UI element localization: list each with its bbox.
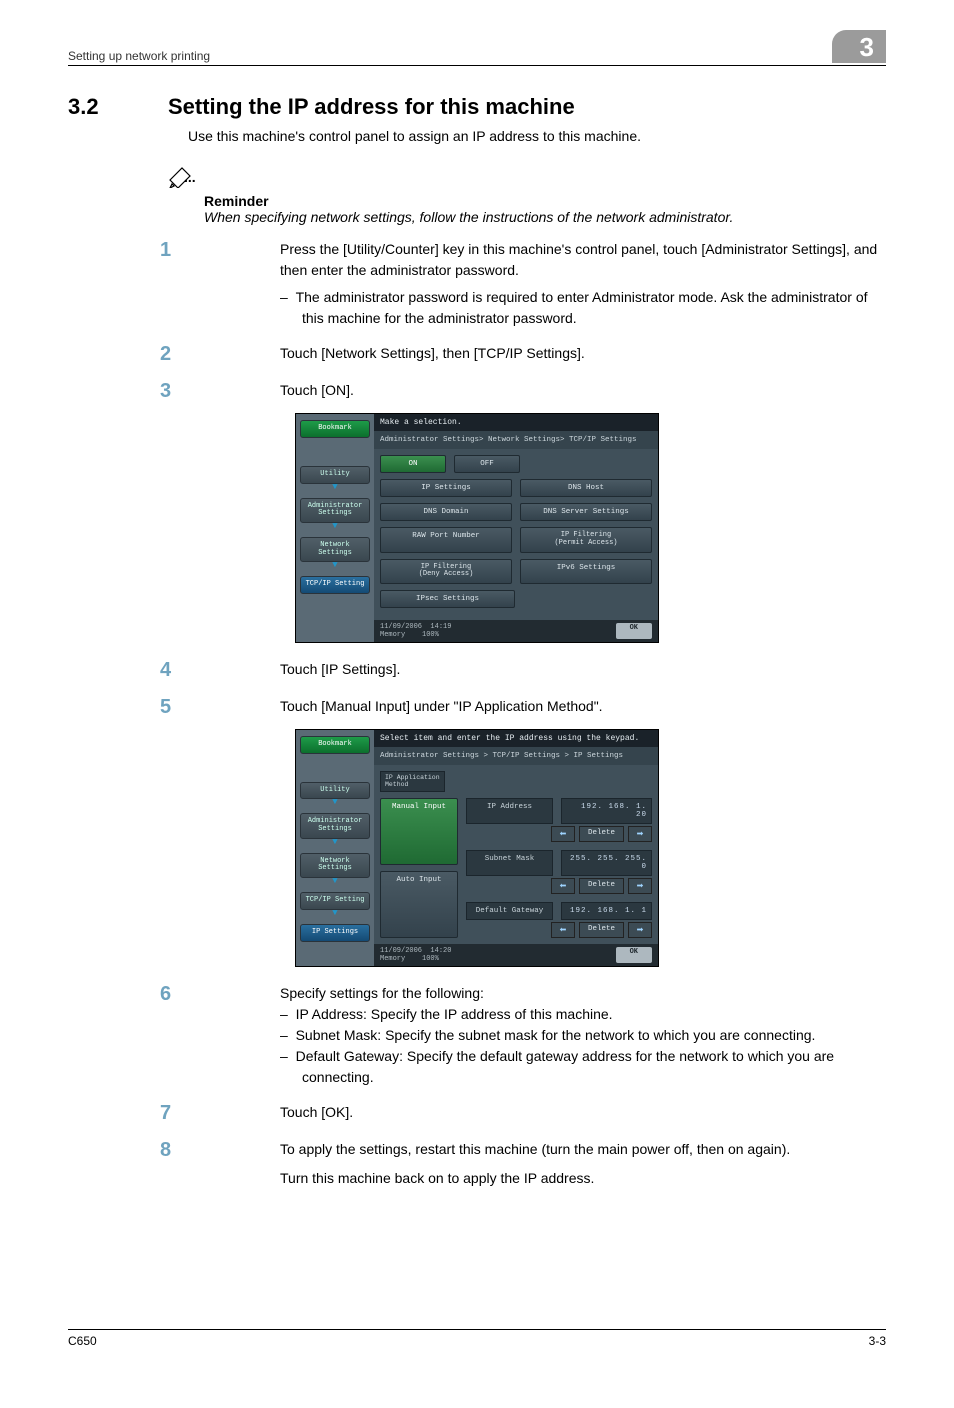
page-header: Setting up network printing 3 — [68, 30, 886, 66]
breadcrumb: Administrator Settings> Network Settings… — [374, 431, 658, 449]
step-3: 3 Touch [ON]. — [68, 380, 886, 403]
nav-arrow-icon: ▼ — [296, 482, 374, 492]
nav-arrow-icon: ▼ — [296, 521, 374, 531]
admin-settings-nav[interactable]: Administrator Settings — [300, 813, 370, 838]
subnet-mask-label: Subnet Mask — [466, 850, 553, 876]
bookmark-tab[interactable]: Bookmark — [300, 420, 370, 438]
step-number: 6 — [68, 983, 280, 1088]
step-text: Touch [OK]. — [280, 1102, 886, 1125]
tcpip-setting-nav[interactable]: TCP/IP Setting — [300, 576, 370, 594]
step-number: 3 — [68, 380, 280, 403]
svg-text:...: ... — [184, 169, 196, 185]
ok-button[interactable]: OK — [616, 947, 652, 963]
left-arrow-button[interactable]: ⬅ — [551, 878, 575, 894]
step-text: Touch [Network Settings], then [TCP/IP S… — [280, 343, 886, 366]
panel-title: Make a selection. — [374, 414, 658, 431]
ip-filter-deny-button[interactable]: IP Filtering (Deny Access) — [380, 559, 512, 584]
right-arrow-button[interactable]: ➡ — [628, 878, 652, 894]
delete-button[interactable]: Delete — [579, 826, 624, 842]
step-text: Touch [Manual Input] under "IP Applicati… — [280, 696, 886, 719]
step-2: 2 Touch [Network Settings], then [TCP/IP… — [68, 343, 886, 366]
bookmark-tab[interactable]: Bookmark — [300, 736, 370, 754]
chapter-tab: 3 — [832, 30, 886, 63]
nav-arrow-icon: ▼ — [296, 797, 374, 807]
running-head: Setting up network printing — [68, 49, 210, 63]
delete-button[interactable]: Delete — [579, 878, 624, 894]
manual-input-button[interactable]: Manual Input — [380, 798, 458, 865]
ip-settings-nav[interactable]: IP Settings — [300, 924, 370, 942]
step-number: 2 — [68, 343, 280, 366]
admin-settings-nav[interactable]: Administrator Settings — [300, 498, 370, 523]
panel-title: Select item and enter the IP address usi… — [374, 730, 658, 747]
section-number: 3.2 — [68, 94, 168, 120]
dns-server-button[interactable]: DNS Server Settings — [520, 503, 652, 521]
step-subtext: – Default Gateway: Specify the default g… — [280, 1046, 886, 1088]
status-bar: 11/09/2006 14:19Memory 100% OK — [374, 620, 658, 642]
ip-settings-button[interactable]: IP Settings — [380, 479, 512, 497]
screenshot-tcpip-settings: Bookmark Utility ▼ Administrator Setting… — [295, 413, 659, 643]
step-number: 8 — [68, 1139, 280, 1189]
subnet-mask-value[interactable]: 255. 255. 255. 0 — [561, 850, 652, 876]
step-text: Touch [IP Settings]. — [280, 659, 886, 682]
raw-port-button[interactable]: RAW Port Number — [380, 527, 512, 552]
status-bar: 11/09/2006 14:20Memory 100% OK — [374, 944, 658, 966]
step-text: Press the [Utility/Counter] key in this … — [280, 239, 886, 281]
ok-button[interactable]: OK — [616, 623, 652, 639]
note-icon: ... — [168, 166, 198, 193]
ip-address-label: IP Address — [466, 798, 553, 824]
nav-arrow-icon: ▼ — [296, 560, 374, 570]
screenshot-ip-settings: Bookmark Utility ▼ Administrator Setting… — [295, 729, 659, 967]
section-title: Setting the IP address for this machine — [168, 94, 575, 119]
ip-method-label: IP Application Method — [380, 771, 445, 792]
step-subtext: – IP Address: Specify the IP address of … — [280, 1004, 886, 1025]
ipsec-settings-button[interactable]: IPsec Settings — [380, 590, 515, 608]
dns-domain-button[interactable]: DNS Domain — [380, 503, 512, 521]
step-5: 5 Touch [Manual Input] under "IP Applica… — [68, 696, 886, 719]
step-4: 4 Touch [IP Settings]. — [68, 659, 886, 682]
network-settings-nav[interactable]: Network Settings — [300, 853, 370, 878]
auto-input-button[interactable]: Auto Input — [380, 871, 458, 938]
ipv6-settings-button[interactable]: IPv6 Settings — [520, 559, 652, 584]
step-6: 6 Specify settings for the following: – … — [68, 983, 886, 1088]
step-7: 7 Touch [OK]. — [68, 1102, 886, 1125]
step-number: 4 — [68, 659, 280, 682]
nav-arrow-icon: ▼ — [296, 908, 374, 918]
step-number: 5 — [68, 696, 280, 719]
step-text-followup: Turn this machine back on to apply the I… — [280, 1168, 886, 1189]
delete-button[interactable]: Delete — [579, 922, 624, 938]
step-number: 7 — [68, 1102, 280, 1125]
footer-model: C650 — [68, 1334, 97, 1348]
reminder-callout: ... Reminder When specifying network set… — [168, 166, 886, 225]
network-settings-nav[interactable]: Network Settings — [300, 537, 370, 562]
ip-filter-permit-button[interactable]: IP Filtering (Permit Access) — [520, 527, 652, 552]
reminder-text: When specifying network settings, follow… — [204, 209, 886, 225]
step-text: Touch [ON]. — [280, 380, 886, 403]
off-toggle[interactable]: OFF — [454, 455, 520, 473]
right-arrow-button[interactable]: ➡ — [628, 922, 652, 938]
intro-text: Use this machine's control panel to assi… — [188, 126, 886, 146]
default-gateway-value[interactable]: 192. 168. 1. 1 — [561, 902, 652, 920]
right-arrow-button[interactable]: ➡ — [628, 826, 652, 842]
footer-page: 3-3 — [869, 1334, 886, 1348]
reminder-label: Reminder — [204, 193, 886, 209]
left-arrow-button[interactable]: ⬅ — [551, 826, 575, 842]
section-heading: 3.2Setting the IP address for this machi… — [68, 94, 886, 120]
nav-arrow-icon: ▼ — [296, 837, 374, 847]
page-footer: C650 3-3 — [68, 1329, 886, 1348]
step-text: To apply the settings, restart this mach… — [280, 1139, 886, 1160]
on-toggle[interactable]: ON — [380, 455, 446, 473]
step-1: 1 Press the [Utility/Counter] key in thi… — [68, 239, 886, 329]
step-8: 8 To apply the settings, restart this ma… — [68, 1139, 886, 1189]
breadcrumb: Administrator Settings > TCP/IP Settings… — [374, 747, 658, 765]
left-arrow-button[interactable]: ⬅ — [551, 922, 575, 938]
step-number: 1 — [68, 239, 280, 329]
nav-arrow-icon: ▼ — [296, 876, 374, 886]
step-subtext: – The administrator password is required… — [280, 287, 886, 329]
ip-address-value[interactable]: 192. 168. 1. 20 — [561, 798, 652, 824]
dns-host-button[interactable]: DNS Host — [520, 479, 652, 497]
step-subtext: – Subnet Mask: Specify the subnet mask f… — [280, 1025, 886, 1046]
step-text: Specify settings for the following: — [280, 983, 886, 1004]
default-gateway-label: Default Gateway — [466, 902, 553, 920]
